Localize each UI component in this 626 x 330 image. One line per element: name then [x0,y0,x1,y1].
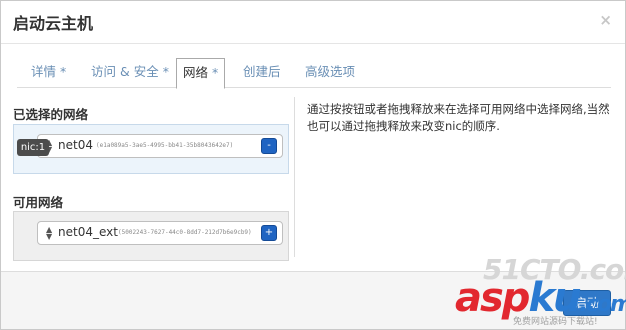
help-text: 通过按按钮或者拖拽释放来在选择可用网络中选择网络,当然也可以通过拖拽释放来改变n… [307,102,610,133]
add-network-button[interactable]: + [261,225,277,241]
network-name: net04 [58,138,93,152]
nic-badge: nic:1 [17,139,49,156]
selected-networks-title: 已选择的网络 [13,107,89,122]
tab-details[interactable]: 详情 * [25,58,72,88]
site-watermark: 51CTO.com aspku.com 免费网站源码下载站! [451,253,626,327]
tab-networking[interactable]: 网络 * [176,58,226,89]
required-star: * [162,64,169,79]
tab-access-security[interactable]: 访问 & 安全 * [85,58,175,88]
network-id: (5002243-7627-44c0-8dd7-212d7b6e9cb9) [118,229,252,236]
launch-instance-modal: 启动云主机 × 详情 * 访问 & 安全 * 网络 * 创建后 高级选项 已选择… [0,0,626,330]
tab-label: 访问 & 安全 [91,64,159,79]
selected-networks-zone[interactable]: nic:1 ▲ ▼ net04 (e1a089a5-3ae5-4995-bb41-… [13,124,289,174]
network-selection-panel: 已选择的网络 nic:1 ▲ ▼ net04 (e1a089a5-3ae5-499… [13,97,295,261]
remove-network-button[interactable]: - [261,138,277,154]
modal-header: 启动云主机 × [1,1,625,44]
watermark-subtitle: 免费网站源码下载站! [513,317,598,327]
tab-label: 高级选项 [305,64,356,79]
network-item-net04-ext[interactable]: ▲ ▼ net04_ext (5002243-7627-44c0-8dd7-212… [37,221,283,245]
network-item-net04[interactable]: ▲ ▼ net04 (e1a089a5-3ae5-4995-bb41-35b804… [37,134,283,158]
tab-label: 网络 [183,65,209,80]
modal-title: 启动云主机 [13,14,94,33]
required-star: * [60,64,67,79]
close-icon[interactable]: × [599,11,612,29]
required-star: * [212,65,219,80]
drag-sort-icon[interactable]: ▲ ▼ [46,226,54,241]
tab-post-creation[interactable]: 创建后 [237,58,287,88]
network-name: net04_ext [58,225,118,239]
tab-label: 创建后 [243,64,281,79]
tab-label: 详情 [31,64,57,79]
available-networks-zone[interactable]: ▲ ▼ net04_ext (5002243-7627-44c0-8dd7-212… [13,211,289,261]
network-id: (e1a089a5-3ae5-4995-bb41-35b8043642e7) [96,142,234,149]
tab-advanced-options[interactable]: 高级选项 [299,58,361,88]
available-networks-title: 可用网络 [13,195,64,210]
tab-bar: 详情 * 访问 & 安全 * 网络 * 创建后 高级选项 [17,58,611,89]
